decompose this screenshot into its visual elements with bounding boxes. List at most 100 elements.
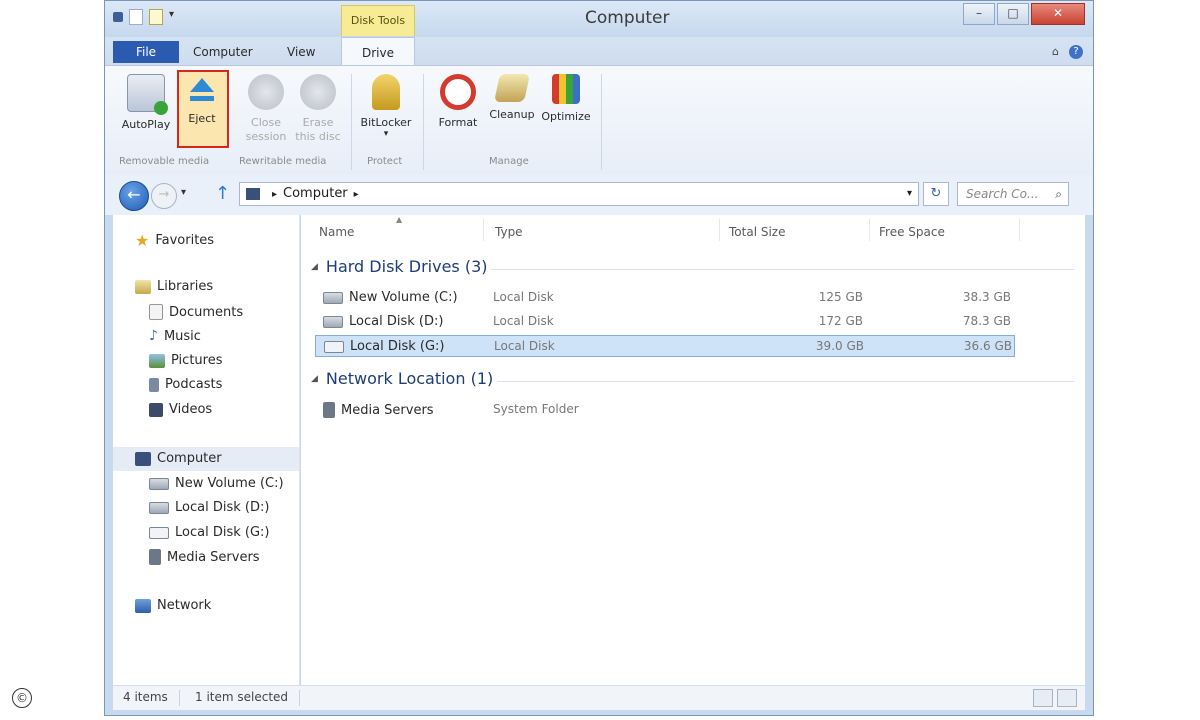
column-separator[interactable] [869,219,870,241]
address-dropdown-icon[interactable]: ▾ [907,183,912,205]
column-separator[interactable] [1019,219,1020,241]
nav-media-servers[interactable]: Media Servers [149,549,260,565]
nav-label: Local Disk (D:) [175,500,270,515]
removable-drive-icon [324,340,344,353]
column-header-name[interactable]: Name [319,225,354,239]
explorer-window: ▾ Disk Tools Computer – □ ✕ File Compute… [104,0,1094,716]
drive-total-size: 39.0 GB [815,339,864,353]
cleanup-button[interactable]: Cleanup [483,74,541,121]
nav-pictures[interactable]: Pictures [149,353,222,368]
hard-drive-icon [323,291,343,304]
group-divider [491,269,1075,270]
computer-icon [135,451,151,466]
window-controls: – □ ✕ [963,3,1085,25]
erase-disc-button[interactable]: Erase this disc [289,74,347,144]
nav-local-disk-g[interactable]: Local Disk (G:) [149,525,269,540]
drive-row-d[interactable]: Local Disk (D:) Local Disk 172 GB 78.3 G… [315,311,1015,333]
nav-label: Videos [169,402,213,417]
nav-new-volume-c[interactable]: New Volume (C:) [149,476,284,491]
drive-type: Local Disk [493,314,554,328]
nav-podcasts[interactable]: Podcasts [149,377,222,392]
network-row-media-servers[interactable]: Media Servers System Folder [315,399,1015,421]
new-folder-icon[interactable] [149,9,163,25]
window-menu-icon[interactable] [113,12,123,22]
drive-total-size: 125 GB [818,290,863,304]
window-title: Computer [585,8,670,28]
address-bar[interactable]: ▸ Computer ▸ ▾ [239,182,919,206]
tab-computer[interactable]: Computer [193,45,253,59]
nav-favorites[interactable]: ★ Favorites [135,231,214,250]
tab-file[interactable]: File [113,41,179,63]
nav-libraries[interactable]: Libraries [135,279,213,294]
minimize-ribbon-icon[interactable]: ⌂ [1052,45,1059,59]
minimize-button[interactable]: – [963,3,995,25]
search-placeholder: Search Co... [966,187,1039,201]
close-session-label-1: Close [251,116,281,129]
column-separator[interactable] [719,219,720,241]
close-button[interactable]: ✕ [1031,3,1085,25]
contextual-tab-disk-tools: Disk Tools [341,5,415,36]
drive-row-c[interactable]: New Volume (C:) Local Disk 125 GB 38.3 G… [315,287,1015,309]
music-icon: ♪ [149,328,158,344]
network-icon [135,598,151,613]
selection-count: 1 item selected [195,690,289,704]
documents-icon [149,304,163,320]
customize-toolbar-icon[interactable]: ▾ [169,9,179,25]
breadcrumb-computer[interactable]: Computer [283,186,348,201]
pictures-icon [149,353,165,368]
cleanup-icon [494,74,530,102]
nav-documents[interactable]: Documents [149,304,243,320]
details-view-icon[interactable] [1033,689,1053,707]
properties-icon[interactable] [129,9,143,25]
column-header-total-size[interactable]: Total Size [729,225,785,239]
collapse-triangle-icon[interactable]: ◢ [311,374,318,384]
nav-network[interactable]: Network [135,598,211,613]
nav-label: Pictures [171,353,223,368]
group-header-network-location[interactable]: ◢ Network Location (1) [311,369,493,388]
optimize-button[interactable]: Optimize [537,74,595,123]
maximize-button[interactable]: □ [997,3,1029,25]
eject-button[interactable]: Eject [173,74,231,125]
large-icons-view-icon[interactable] [1057,689,1077,707]
column-separator[interactable] [483,219,484,241]
search-icon[interactable]: ⌕ [1055,183,1062,205]
close-session-button[interactable]: Close session [237,74,295,144]
format-button[interactable]: Format [429,74,487,129]
column-header-free-space[interactable]: Free Space [879,225,945,239]
breadcrumb-arrow-icon[interactable]: ▸ [354,189,359,200]
bitlocker-button[interactable]: BitLocker ▾ [357,74,415,139]
nav-local-disk-d[interactable]: Local Disk (D:) [149,500,269,515]
optimize-icon [552,74,580,104]
up-arrow-icon[interactable]: ↑ [215,183,230,204]
forward-button[interactable]: → [151,183,177,209]
search-input[interactable]: Search Co... ⌕ [957,182,1069,206]
tab-view[interactable]: View [287,45,315,59]
collapse-triangle-icon[interactable]: ◢ [311,262,318,272]
group-divider [497,381,1075,382]
back-button[interactable]: ← [119,181,149,211]
ribbon-drive: AutoPlay Eject Close session Erase this … [105,65,1093,177]
hard-drive-icon [149,501,169,514]
drive-free-space: 36.6 GB [963,339,1012,353]
drive-row-g[interactable]: Local Disk (G:) Local Disk 39.0 GB 36.6 … [315,335,1015,357]
drive-free-space: 38.3 GB [962,290,1011,304]
refresh-button[interactable]: ↻ [923,182,949,206]
autoplay-button[interactable]: AutoPlay [117,74,175,131]
tab-drive[interactable]: Drive [341,37,415,68]
bitlocker-label: BitLocker [360,116,412,129]
column-header-type[interactable]: Type [495,225,523,239]
disc-icon [248,74,284,110]
group-label-protect: Protect [367,156,403,167]
nav-videos[interactable]: Videos [149,402,212,417]
bitlocker-dropdown-icon: ▾ [383,129,389,139]
breadcrumb-arrow-icon[interactable]: ▸ [272,189,277,200]
group-separator [601,74,602,170]
copyright-mark: © [12,688,32,708]
recent-locations-dropdown-icon[interactable]: ▾ [181,187,186,198]
nav-computer[interactable]: Computer [135,451,222,466]
group-header-hard-disk-drives[interactable]: ◢ Hard Disk Drives (3) [311,257,488,276]
nav-music[interactable]: ♪ Music [149,328,201,344]
autoplay-icon [127,74,168,115]
help-icon[interactable]: ? [1069,45,1083,59]
drive-type: Local Disk [493,290,554,304]
